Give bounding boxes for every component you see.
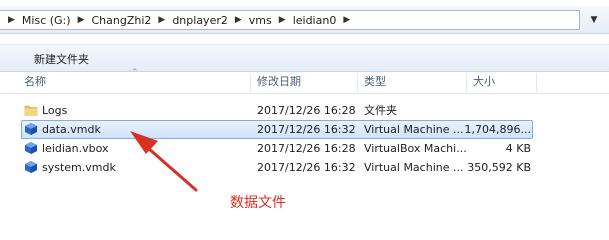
annotation-arrow (130, 131, 198, 192)
annotation-label: 数据文件 (230, 195, 286, 211)
